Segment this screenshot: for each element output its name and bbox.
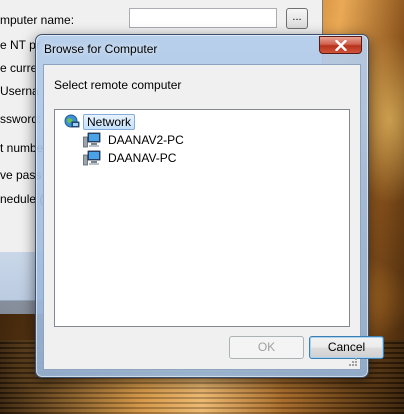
- close-button[interactable]: [319, 36, 362, 54]
- tree-item-computer[interactable]: DAANAV2-PC: [83, 131, 188, 149]
- tree-item-computer[interactable]: DAANAV-PC: [83, 149, 180, 167]
- background-label: Userna: [0, 84, 39, 98]
- tree-item-label: DAANAV2-PC: [108, 133, 184, 147]
- tree-item-label: Network: [83, 114, 136, 130]
- browse-for-computer-dialog: Browse for Computer Select remote comput…: [35, 34, 384, 378]
- dialog-titlebar[interactable]: Browse for Computer: [36, 35, 368, 63]
- background-label-computer-name: mputer name:: [0, 13, 75, 27]
- computer-tree-view[interactable]: Network DAANAV2-PC DAANAV-PC: [54, 109, 350, 327]
- computer-icon: [83, 150, 101, 166]
- background-label: e curre: [0, 61, 38, 75]
- resize-grip-icon[interactable]: [347, 356, 357, 366]
- dialog-prompt: Select remote computer: [54, 78, 182, 92]
- computer-icon: [83, 132, 101, 148]
- background-computer-name-input[interactable]: [129, 8, 277, 28]
- tree-item-network[interactable]: Network: [64, 113, 136, 131]
- ok-button[interactable]: OK: [229, 336, 304, 359]
- tree-item-label: DAANAV-PC: [108, 151, 177, 165]
- background-browse-button[interactable]: ...: [286, 8, 308, 29]
- dialog-client-area: Select remote computer Network DAANAV2-P…: [43, 64, 384, 370]
- dialog-title: Browse for Computer: [44, 42, 158, 56]
- network-icon: [64, 114, 80, 128]
- background-label: e NT pr: [0, 38, 40, 52]
- close-icon: [334, 39, 347, 51]
